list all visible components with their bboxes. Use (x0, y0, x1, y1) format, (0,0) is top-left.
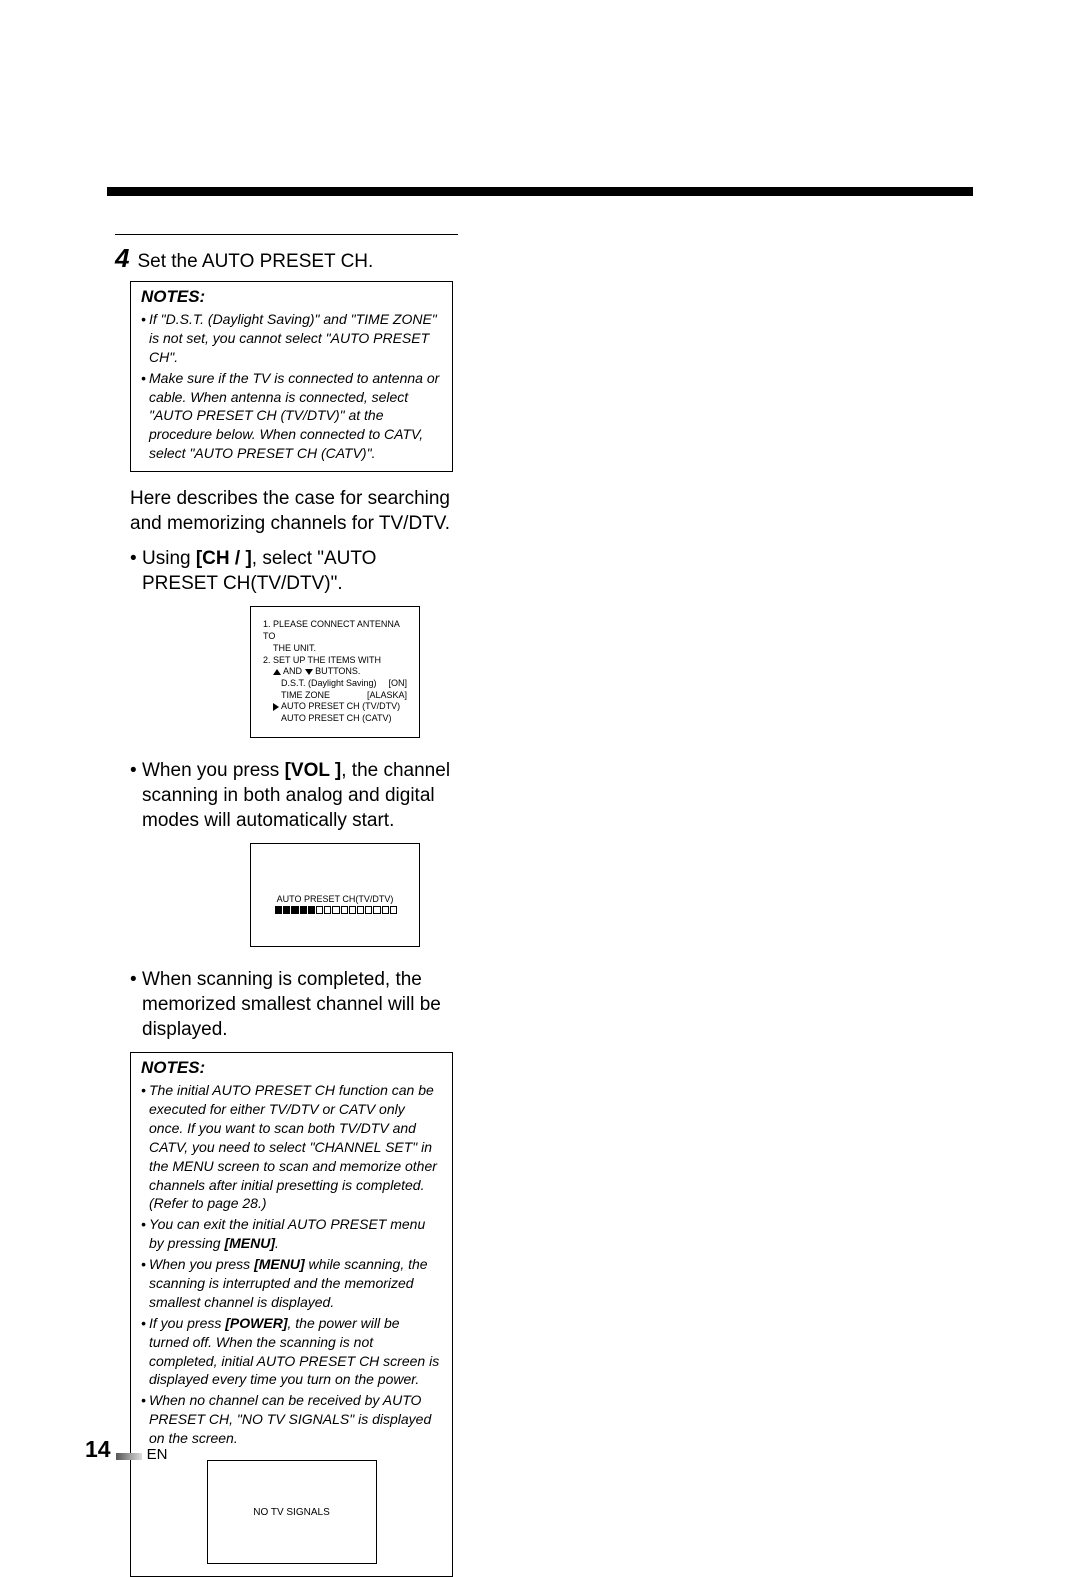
note-text: If "D.S.T. (Daylight Saving)" and "TIME … (149, 310, 442, 367)
note-text: If you press [POWER], the power will be … (149, 1314, 442, 1390)
note-text: When no channel can be received by AUTO … (149, 1391, 442, 1448)
notes-title: NOTES: (141, 287, 442, 307)
note-item: • You can exit the initial AUTO PRESET m… (141, 1215, 442, 1253)
bullet-icon: • (141, 1081, 149, 1213)
page: 4 Set the AUTO PRESET CH. NOTES: • If "D… (0, 0, 1080, 1528)
text-frag: Using (142, 548, 196, 569)
bullet-icon: • (141, 1314, 149, 1390)
text-frag: When you press (149, 1256, 254, 1272)
instruction-text: When scanning is completed, the memorize… (142, 967, 454, 1042)
button-ref: [VOL ] (285, 760, 342, 781)
osd-line: 2. SET UP THE ITEMS WITH (263, 655, 407, 667)
bullet-icon: • (130, 967, 142, 1042)
note-item: • Make sure if the TV is connected to an… (141, 369, 442, 463)
text-frag: AND (283, 666, 302, 676)
osd-line: THE UNIT. (263, 643, 407, 655)
osd-line: AUTO PRESET CH (CATV) (263, 713, 407, 725)
instruction-line: • Using [CH / ], select "AUTO PRESET CH(… (130, 546, 454, 596)
content-column: 4 Set the AUTO PRESET CH. NOTES: • If "D… (115, 234, 555, 1577)
text-frag: You can exit the initial AUTO PRESET men… (149, 1216, 425, 1251)
bullet-icon: • (130, 546, 142, 596)
note-item: • The initial AUTO PRESET CH function ca… (141, 1081, 442, 1213)
instruction-text: Using [CH / ], select "AUTO PRESET CH(TV… (142, 546, 454, 596)
bullet-icon: • (141, 369, 149, 463)
note-item: • If "D.S.T. (Daylight Saving)" and "TIM… (141, 310, 442, 367)
text-frag: BUTTONS. (315, 666, 360, 676)
osd-label: TIME ZONE (281, 690, 330, 702)
osd-label: AUTO PRESET CH (TV/DTV) (281, 701, 400, 711)
note-text: Make sure if the TV is connected to ante… (149, 369, 442, 463)
text-frag: . (275, 1235, 279, 1251)
osd-line: AND BUTTONS. (263, 666, 407, 678)
progress-bar (275, 906, 397, 914)
note-item: • When no channel can be received by AUT… (141, 1391, 442, 1448)
osd-screen-no-signal: NO TV SIGNALS (207, 1460, 377, 1564)
button-ref: [POWER] (225, 1315, 287, 1331)
text-frag: When you press (142, 760, 285, 781)
notes-box-2: NOTES: • The initial AUTO PRESET CH func… (130, 1052, 453, 1577)
step-text: Set the AUTO PRESET CH. (137, 251, 373, 273)
osd-value: [ON] (388, 678, 407, 690)
osd-label: NO TV SIGNALS (208, 1507, 376, 1518)
footer-tick-icon (116, 1453, 142, 1460)
note-text: The initial AUTO PRESET CH function can … (149, 1081, 442, 1213)
osd-value: [ALASKA] (367, 690, 407, 702)
step-rule (115, 234, 458, 235)
note-item: • When you press [MENU] while scanning, … (141, 1255, 442, 1312)
osd-label: AUTO PRESET CH(TV/DTV) (251, 894, 419, 904)
bullet-icon: • (141, 310, 149, 367)
text-frag: If you press (149, 1315, 225, 1331)
note-text: You can exit the initial AUTO PRESET men… (149, 1215, 442, 1253)
notes-title: NOTES: (141, 1058, 442, 1078)
osd-screen-setup: 1. PLEASE CONNECT ANTENNA TO THE UNIT. 2… (250, 606, 420, 737)
button-ref: [CH / ] (196, 548, 252, 569)
page-footer: 14 EN (85, 1436, 167, 1463)
notes-box-1: NOTES: • If "D.S.T. (Daylight Saving)" a… (130, 281, 453, 472)
triangle-up-icon (273, 669, 281, 675)
page-language: EN (147, 1446, 168, 1463)
triangle-right-icon (273, 703, 279, 711)
osd-row: D.S.T. (Daylight Saving) [ON] (263, 678, 407, 690)
triangle-down-icon (305, 669, 313, 675)
bullet-icon: • (141, 1255, 149, 1312)
osd-line: 1. PLEASE CONNECT ANTENNA TO (263, 619, 407, 642)
instruction-line: • When scanning is completed, the memori… (130, 967, 454, 1042)
step-heading: 4 Set the AUTO PRESET CH. (115, 245, 555, 273)
button-ref: [MENU] (254, 1256, 305, 1272)
osd-label: D.S.T. (Daylight Saving) (281, 678, 377, 690)
header-rule (107, 187, 973, 196)
step-number: 4 (115, 245, 129, 271)
bullet-icon: • (130, 758, 142, 833)
paragraph: Here describes the case for searching an… (130, 486, 450, 536)
instruction-text: When you press [VOL ], the channel scann… (142, 758, 454, 833)
button-ref: [MENU] (224, 1235, 275, 1251)
osd-line: AUTO PRESET CH (TV/DTV) (263, 701, 407, 713)
note-text: When you press [MENU] while scanning, th… (149, 1255, 442, 1312)
osd-row: TIME ZONE [ALASKA] (263, 690, 407, 702)
page-number: 14 (85, 1436, 111, 1463)
note-item: • If you press [POWER], the power will b… (141, 1314, 442, 1390)
bullet-icon: • (141, 1215, 149, 1253)
instruction-line: • When you press [VOL ], the channel sca… (130, 758, 454, 833)
osd-screen-scanning: AUTO PRESET CH(TV/DTV) (250, 843, 420, 947)
